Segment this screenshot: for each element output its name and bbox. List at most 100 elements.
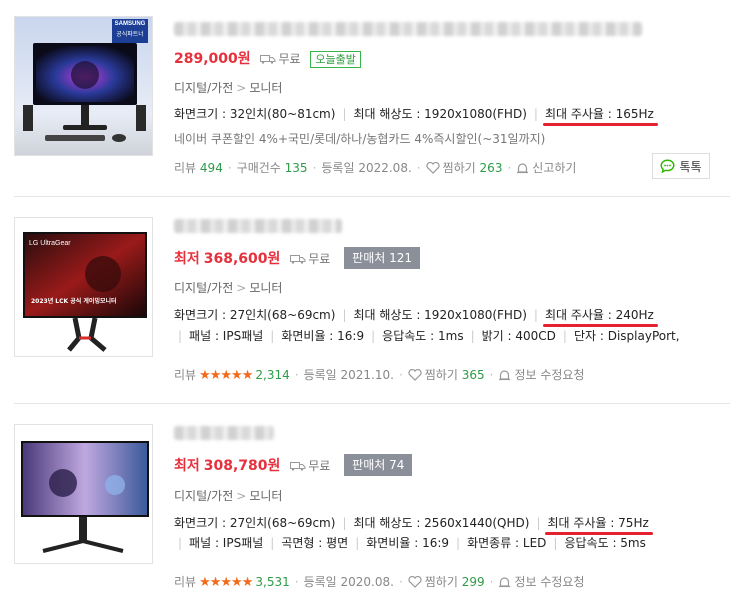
partner-tag: 공식파트너 [116, 32, 144, 38]
product-thumbnail[interactable]: SAMSUNG 공식파트너 [14, 16, 153, 156]
dot-separator: · [227, 161, 232, 175]
category-link[interactable]: 모니터 [249, 489, 282, 503]
spec-item-highlighted: 최대 주사율 : 165Hz [542, 105, 658, 126]
purchase-count: 135 [284, 161, 308, 175]
talk-label: 톡톡 [679, 159, 702, 174]
heart-icon[interactable] [425, 162, 440, 174]
review-count[interactable]: 3,531 [255, 575, 289, 589]
dot-separator: · [312, 161, 317, 175]
spec-item-highlighted: 최대 주사율 : 240Hz [542, 306, 658, 327]
refresh-rate-spec: 최대 주사율 : 75Hz [547, 516, 649, 530]
bell-report-icon[interactable] [498, 369, 511, 381]
refresh-rate-spec: 최대 주사율 : 240Hz [544, 308, 654, 322]
divider: | [178, 329, 183, 343]
divider: | [342, 107, 347, 121]
spec-row: | 패널 : IPS패널 | 곡면형 : 평면 | 화면비율 : 16:9 | 화면종류 : … [174, 534, 646, 551]
review-count[interactable]: 494 [200, 161, 223, 175]
talk-button[interactable]: 톡톡 [652, 153, 710, 179]
registered-date: 등록일 2022.08. [321, 161, 412, 175]
price-row: 289,000원 무료 오늘출발 [174, 48, 361, 68]
price-row: 최저 308,780원 무료 판매처 74 [174, 454, 413, 476]
dot-separator: · [294, 368, 299, 382]
category-link[interactable]: 모니터 [249, 281, 282, 295]
divider: | [178, 536, 183, 550]
price-group[interactable]: 최저 368,600원 [174, 251, 280, 267]
edit-request-link[interactable]: 정보 수정요청 [514, 368, 584, 382]
registered-date: 등록일 2020.08. [303, 575, 394, 589]
dot-separator: · [416, 161, 421, 175]
lowest-price-prefix: 최저 [174, 458, 200, 474]
meta-row: 리뷰 ★★★★★ 2,314 · 등록일 2021.10. · 찜하기 365 · 정보 수정요… [174, 366, 585, 383]
shipping-label: 무료 [278, 52, 301, 66]
product-title-blurred[interactable] [174, 22, 642, 36]
heart-icon[interactable] [408, 369, 422, 381]
product-thumbnail[interactable]: LG UltraGear 2023년 LCK 공식 게이밍모니터 [14, 217, 153, 357]
truck-icon [260, 55, 276, 64]
purchase-label: 구매건수 [236, 161, 281, 175]
monitor-image [23, 232, 147, 352]
zzim-button[interactable]: 찜하기 [425, 368, 458, 382]
seller-count-button[interactable]: 판매처 121 [344, 247, 421, 269]
review-count[interactable]: 2,314 [255, 368, 289, 382]
refresh-rate-spec: 최대 주사율 : 165Hz [544, 107, 654, 121]
bell-report-icon[interactable] [498, 576, 511, 588]
star-rating: ★★★★★ [199, 575, 253, 590]
zzim-button[interactable]: 찜하기 [443, 161, 476, 175]
dot-separator: · [294, 575, 299, 589]
review-label[interactable]: 리뷰 [174, 161, 196, 175]
brand-badge: SAMSUNG 공식파트너 [112, 19, 148, 43]
registered-date: 등록일 2021.10. [303, 368, 394, 382]
star-rating: ★★★★★ [199, 368, 253, 383]
spec-item: 화면크기 : 27인치(68~69cm) [174, 308, 336, 322]
price-row: 최저 368,600원 무료 판매처 121 [174, 247, 421, 269]
category-link[interactable]: 디지털/가전 [174, 281, 233, 295]
product-title-blurred[interactable] [174, 426, 274, 440]
spec-item: 응답속도 : 5ms [564, 536, 646, 550]
heart-icon[interactable] [408, 576, 422, 588]
samsung-logo-text: SAMSUNG [114, 21, 146, 27]
zzim-count: 263 [479, 161, 503, 175]
spec-item: 응답속도 : 1ms [382, 329, 464, 343]
price[interactable]: 308,780원 [204, 458, 281, 474]
report-link[interactable]: 신고하기 [532, 161, 576, 175]
dot-separator: · [489, 368, 494, 382]
dot-separator: · [489, 575, 494, 589]
review-label[interactable]: 리뷰 [174, 575, 196, 589]
shipping-info: 무료 [290, 252, 334, 266]
spec-item: 화면종류 : LED [467, 536, 547, 550]
product-title-blurred[interactable] [174, 219, 342, 233]
divider: | [342, 516, 347, 530]
seller-count-button[interactable]: 판매처 74 [344, 454, 413, 476]
meta-row: 리뷰 ★★★★★ 3,531 · 등록일 2020.08. · 찜하기 299 · 정보 수정요… [174, 573, 585, 590]
divider: | [270, 536, 275, 550]
price[interactable]: 289,000원 [174, 51, 251, 67]
product-item: LG UltraGear 2023년 LCK 공식 게이밍모니터 최저 368,6… [0, 197, 730, 403]
lowest-price-prefix: 최저 [174, 251, 200, 267]
zzim-button[interactable]: 찜하기 [425, 575, 458, 589]
bell-report-icon[interactable] [516, 162, 529, 174]
dot-separator: · [507, 161, 512, 175]
category-link[interactable]: 모니터 [249, 81, 282, 95]
dot-separator: · [398, 368, 403, 382]
category-link[interactable]: 디지털/가전 [174, 81, 233, 95]
shipping-label: 무료 [308, 459, 331, 473]
price[interactable]: 368,600원 [204, 251, 281, 267]
product-thumbnail[interactable] [14, 424, 153, 564]
chevron-right-icon: > [236, 281, 247, 295]
review-label[interactable]: 리뷰 [174, 368, 196, 382]
price-group[interactable]: 최저 308,780원 [174, 458, 280, 474]
dot-separator: · [398, 575, 403, 589]
divider: | [470, 329, 475, 343]
zzim-count: 365 [461, 368, 485, 382]
divider: | [371, 329, 376, 343]
edit-request-link[interactable]: 정보 수정요청 [514, 575, 584, 589]
category-link[interactable]: 디지털/가전 [174, 489, 233, 503]
today-delivery-badge: 오늘출발 [310, 51, 361, 68]
lg-logo-text: LG UltraGear [29, 240, 71, 247]
spec-item: 최대 해상도 : 1920x1080(FHD) [353, 107, 527, 121]
truck-icon [290, 462, 306, 471]
spec-item-highlighted: 최대 주사율 : 75Hz [545, 514, 653, 535]
meta-row: 리뷰 494 · 구매건수 135 · 등록일 2022.08. · 찜하기 263 · 신고하… [174, 159, 576, 176]
divider: | [562, 329, 567, 343]
divider: | [342, 308, 347, 322]
